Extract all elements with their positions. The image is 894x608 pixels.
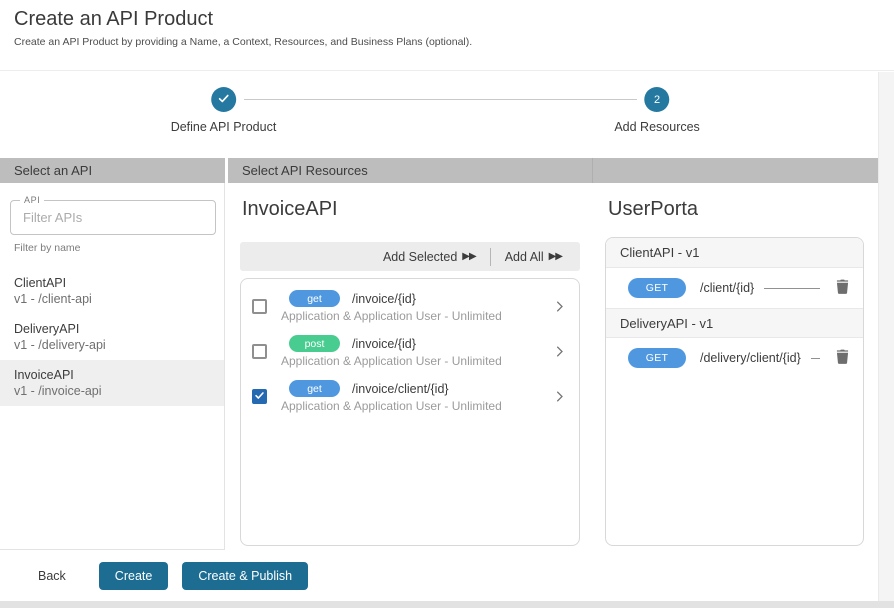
resource-description: Application & Application User - Unlimit… xyxy=(281,309,544,323)
product-resource-row: GET /client/{id} xyxy=(606,268,863,308)
add-all-button[interactable]: Add All ▶▶ xyxy=(491,250,576,264)
resource-row: post /invoice/{id} Application & Applica… xyxy=(241,329,579,374)
select-api-resources-column-header: Select API Resources xyxy=(228,158,894,183)
api-resources-panel: InvoiceAPI Add Selected ▶▶ Add All ▶▶ ge… xyxy=(228,183,592,550)
double-arrow-icon: ▶▶ xyxy=(462,251,475,262)
chevron-right-icon[interactable] xyxy=(552,299,567,314)
check-icon xyxy=(254,388,265,406)
rule-divider xyxy=(811,358,820,359)
double-arrow-icon: ▶▶ xyxy=(549,251,562,262)
step-define-api-product: Define API Product xyxy=(171,87,277,134)
trash-icon xyxy=(836,279,849,297)
api-list-item-deliveryapi[interactable]: DeliveryAPI v1 - /delivery-api xyxy=(0,314,224,360)
api-filter-input[interactable] xyxy=(11,201,215,234)
trash-icon xyxy=(836,349,849,367)
create-api-product-page: Create an API Product Create an API Prod… xyxy=(0,0,894,608)
api-detail: v1 - /invoice-api xyxy=(14,383,210,399)
resource-row: get /invoice/{id} Application & Applicat… xyxy=(241,284,579,329)
step-add-resources: 2 Add Resources xyxy=(614,87,699,134)
resource-checkbox[interactable] xyxy=(252,299,267,314)
api-filter-field: API xyxy=(10,200,216,235)
product-group-header-clientapi: ClientAPI - v1 xyxy=(606,238,863,268)
method-badge-post: post xyxy=(289,335,340,352)
method-badge-get: get xyxy=(289,380,340,397)
resource-path: /invoice/{id} xyxy=(352,292,416,306)
wizard-footer: Back Create Create & Publish xyxy=(0,550,894,601)
stepper-connector xyxy=(244,99,638,100)
api-list-item-invoiceapi[interactable]: InvoiceAPI v1 - /invoice-api xyxy=(0,360,224,406)
step-number: 2 xyxy=(654,94,660,106)
delete-resource-button[interactable] xyxy=(834,277,851,299)
create-button[interactable]: Create xyxy=(99,562,169,590)
select-api-column-header: Select an API xyxy=(0,158,225,183)
api-filter-label: API xyxy=(20,195,44,205)
horizontal-scrollbar[interactable] xyxy=(0,601,894,608)
resource-description: Application & Application User - Unlimit… xyxy=(281,354,544,368)
api-list-panel: API Filter by name ClientAPI v1 - /clien… xyxy=(0,183,225,550)
create-and-publish-button[interactable]: Create & Publish xyxy=(182,562,308,590)
resource-checkbox[interactable] xyxy=(252,344,267,359)
add-selected-button[interactable]: Add Selected ▶▶ xyxy=(369,250,490,264)
step-completed-circle xyxy=(211,87,236,112)
api-name: ClientAPI xyxy=(14,275,210,291)
api-name: DeliveryAPI xyxy=(14,321,210,337)
resource-list-card: get /invoice/{id} Application & Applicat… xyxy=(240,278,580,546)
chevron-right-icon[interactable] xyxy=(552,389,567,404)
step-label: Define API Product xyxy=(171,120,277,134)
check-icon xyxy=(217,92,230,108)
add-selected-label: Add Selected xyxy=(383,250,457,264)
resource-path: /invoice/client/{id} xyxy=(352,382,449,396)
page-title: Create an API Product xyxy=(14,6,472,32)
resource-description: Application & Application User - Unlimit… xyxy=(281,399,544,413)
resource-path: /invoice/{id} xyxy=(352,337,416,351)
resource-checkbox-checked[interactable] xyxy=(252,389,267,404)
api-filter-helper-text: Filter by name xyxy=(14,242,81,254)
page-subtitle: Create an API Product by providing a Nam… xyxy=(14,36,472,48)
method-badge-get: GET xyxy=(628,278,686,298)
resource-path: /client/{id} xyxy=(700,281,754,295)
vertical-scrollbar[interactable] xyxy=(878,72,894,601)
product-resource-row: GET /delivery/client/{id} xyxy=(606,338,863,378)
api-name: InvoiceAPI xyxy=(14,367,210,383)
page-header: Create an API Product Create an API Prod… xyxy=(14,6,472,48)
resource-info: get /invoice/client/{id} Application & A… xyxy=(281,380,544,413)
selected-api-title: InvoiceAPI xyxy=(242,198,592,221)
method-badge-get: get xyxy=(289,290,340,307)
product-title: UserPorta xyxy=(608,198,876,221)
product-group-header-deliveryapi: DeliveryAPI - v1 xyxy=(606,308,863,338)
method-badge-get: GET xyxy=(628,348,686,368)
wizard-stepper: Define API Product 2 Add Resources xyxy=(0,87,894,135)
resources-toolbar: Add Selected ▶▶ Add All ▶▶ xyxy=(240,242,580,271)
back-button[interactable]: Back xyxy=(22,562,82,590)
product-resources-panel: UserPorta ClientAPI - v1 GET /client/{id… xyxy=(595,183,876,550)
resource-row: get /invoice/client/{id} Application & A… xyxy=(241,374,579,419)
chevron-right-icon[interactable] xyxy=(552,344,567,359)
rule-divider xyxy=(764,288,820,289)
product-resources-card: ClientAPI - v1 GET /client/{id} Delivery… xyxy=(605,237,864,546)
api-list-item-clientapi[interactable]: ClientAPI v1 - /client-api xyxy=(0,268,224,314)
resource-path: /delivery/client/{id} xyxy=(700,351,801,365)
header-divider xyxy=(0,70,894,71)
resource-info: post /invoice/{id} Application & Applica… xyxy=(281,335,544,368)
add-all-label: Add All xyxy=(505,250,544,264)
api-detail: v1 - /delivery-api xyxy=(14,337,210,353)
resource-info: get /invoice/{id} Application & Applicat… xyxy=(281,290,544,323)
api-list: ClientAPI v1 - /client-api DeliveryAPI v… xyxy=(0,268,224,406)
step-active-circle: 2 xyxy=(645,87,670,112)
delete-resource-button[interactable] xyxy=(834,347,851,369)
api-detail: v1 - /client-api xyxy=(14,291,210,307)
step-label: Add Resources xyxy=(614,120,699,134)
